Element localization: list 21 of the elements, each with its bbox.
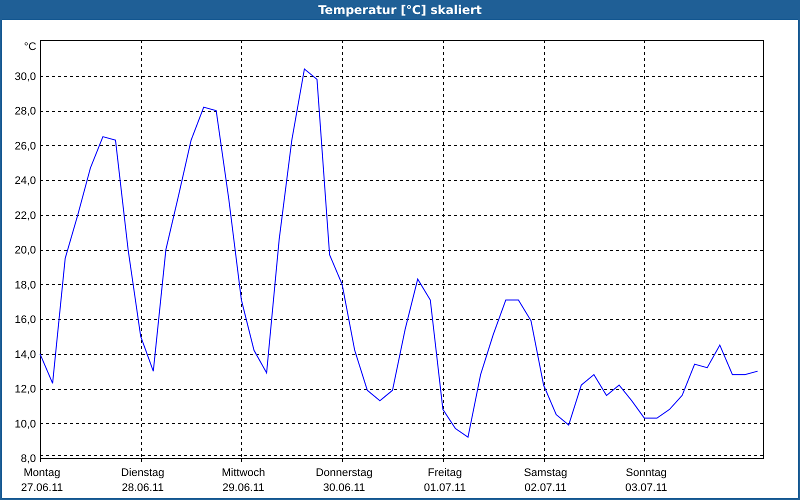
y-tick-label: 16,0: [14, 314, 36, 326]
y-tick-label: 28,0: [14, 106, 36, 118]
window-title: Temperatur [°C] skaliert: [318, 3, 482, 17]
x-tick-label: Sonntag 03.07.11: [625, 467, 668, 494]
x-tick-label: Dienstag 28.06.11: [121, 467, 164, 494]
y-tick-label: 24,0: [14, 175, 36, 188]
y-tick-label: 30,0: [14, 70, 36, 83]
y-tick-label: 14,0: [14, 348, 36, 361]
x-tick-label: Montag 27.06.11: [21, 467, 63, 494]
y-tick-label: 10,0: [14, 418, 36, 430]
unit-label: °C: [24, 41, 36, 53]
x-tick-label: Donnerstag 30.06.11: [316, 467, 373, 494]
y-tick-label: 20,0: [14, 244, 36, 257]
x-tick-label: Samstag 02.07.11: [524, 467, 568, 494]
y-tick-label: 18,0: [14, 279, 36, 292]
x-tick-label: Freitag 01.07.11: [424, 467, 466, 494]
y-tick-label: 26,0: [14, 140, 36, 152]
y-tick-label: 8,0: [20, 453, 36, 465]
y-tick-label: 22,0: [14, 210, 36, 222]
x-tick-label: Mittwoch 29.06.11: [222, 467, 266, 494]
y-tick-label: 12,0: [14, 384, 36, 396]
